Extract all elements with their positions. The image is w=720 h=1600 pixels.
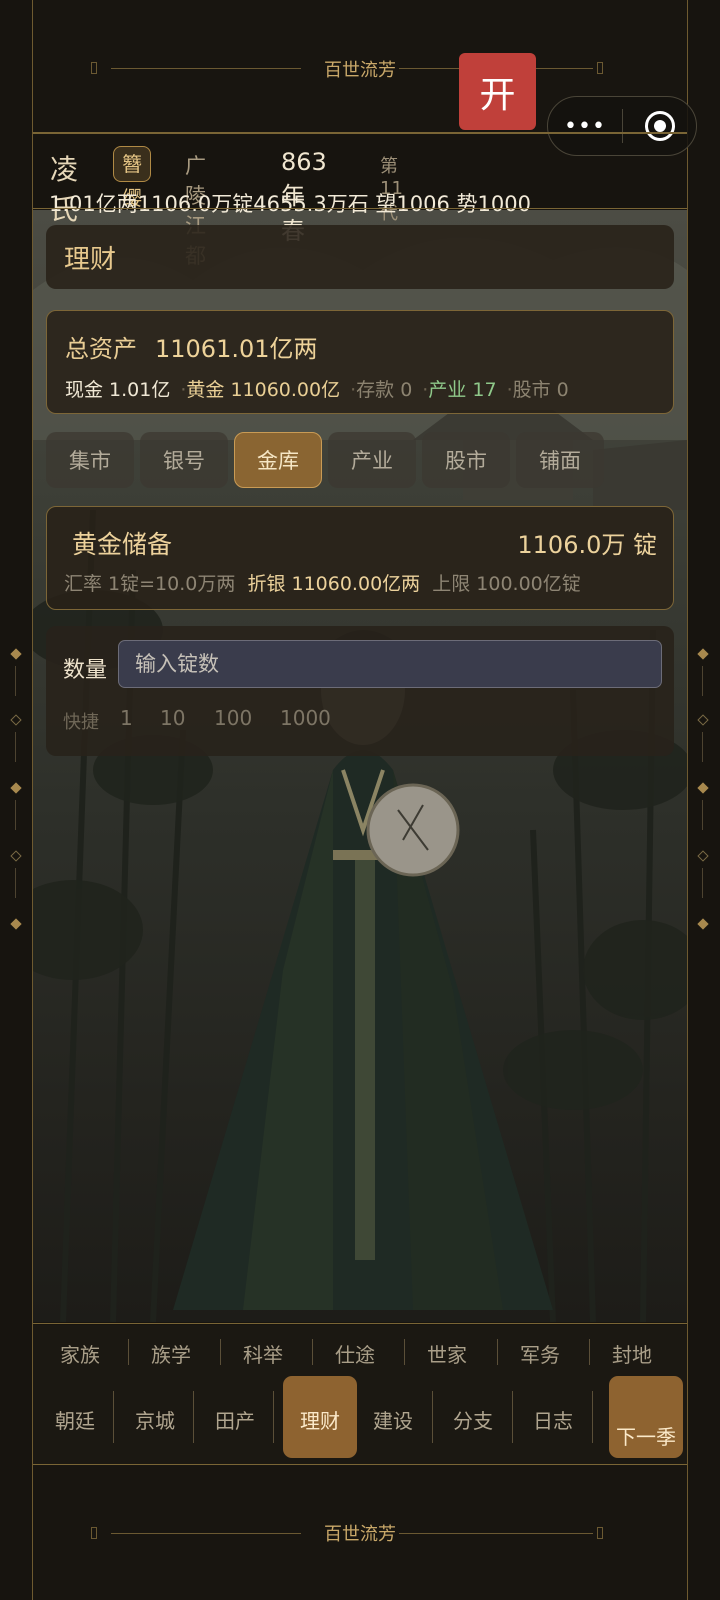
nav-separator — [432, 1391, 433, 1443]
header-divider — [33, 132, 687, 134]
quick-label: 快捷 — [63, 712, 99, 733]
right-border-line — [687, 0, 688, 1600]
cash-value: 现金 1.01亿 — [65, 379, 171, 401]
right-ornament — [697, 648, 709, 950]
nav-military[interactable]: 军务 — [498, 1339, 582, 1368]
reserve-limit: 上限 100.00亿锭 — [432, 573, 581, 595]
banner-cap-icon — [597, 62, 603, 74]
quantity-panel: 数量 快捷 1 10 100 1000 — [46, 626, 674, 756]
nav-exam[interactable]: 科举 — [221, 1339, 305, 1368]
nav-separator — [273, 1391, 274, 1443]
gold-value: 黄金 11060.00亿 — [186, 379, 341, 401]
nav-branches[interactable]: 分支 — [436, 1405, 510, 1434]
stats-divider — [33, 208, 687, 209]
nav-clan-school[interactable]: 族学 — [129, 1339, 213, 1368]
nav-noble-houses[interactable]: 世家 — [405, 1339, 489, 1368]
nav-finance[interactable]: 理财 — [283, 1405, 357, 1434]
banner-title-top: 百世流芳 — [324, 60, 396, 81]
total-assets-label: 总资产 — [65, 335, 137, 363]
next-season-button[interactable]: 下一季 — [609, 1376, 683, 1458]
quantity-label: 数量 — [63, 658, 108, 683]
nav-separator — [589, 1339, 590, 1365]
open-button[interactable]: 开 — [459, 53, 536, 130]
nav-top-divider — [33, 1323, 687, 1324]
nav-fief[interactable]: 封地 — [590, 1339, 674, 1368]
reserve-amount: 1106.0万 锭 — [517, 531, 657, 559]
tab-shops[interactable]: 铺面 — [516, 432, 604, 488]
deposit-value: 存款 0 — [356, 379, 413, 401]
banner-line — [399, 1533, 593, 1534]
bottom-navigation: 家族 族学 科举 仕途 世家 军务 封地 朝廷 京城 田产 理财 建设 分支 日… — [33, 1325, 687, 1465]
gold-reserve-card: 黄金储备 1106.0万 锭 汇率 1锭=10.0万两 折银 11060.00亿… — [46, 506, 674, 610]
nav-court[interactable]: 朝廷 — [38, 1405, 112, 1434]
converted-silver: 折银 11060.00亿两 — [247, 573, 421, 595]
tab-bank[interactable]: 银号 — [140, 432, 228, 488]
resource-stats: 1.01亿两1106.0万锭4655.3万石 望1006 势1000 — [49, 192, 531, 216]
bottom-banner: 百世流芳 — [33, 1465, 687, 1600]
reserve-title: 黄金储备 — [72, 530, 173, 559]
app-root: 百世流芳 开 ••• 凌氏 簪缨 广陵 863年 第11代 1.01亿两1106… — [0, 0, 720, 1600]
industry-value: 产业 17 — [428, 379, 497, 401]
quick-option-1[interactable]: 1 — [120, 706, 133, 730]
nav-separator — [193, 1391, 194, 1443]
clan-rank-badge: 簪缨 — [113, 146, 151, 210]
page-title-bar: 理财 — [46, 225, 674, 289]
nav-career[interactable]: 仕途 — [313, 1339, 397, 1368]
nav-separator — [512, 1391, 513, 1443]
nav-capital[interactable]: 京城 — [118, 1405, 192, 1434]
mini-program-capsule: ••• — [547, 96, 697, 156]
more-menu-icon[interactable]: ••• — [548, 114, 622, 139]
nav-construction[interactable]: 建设 — [356, 1405, 430, 1434]
page-title: 理财 — [64, 245, 117, 275]
nav-farmland[interactable]: 田产 — [198, 1405, 272, 1434]
nav-separator — [497, 1339, 498, 1365]
quick-option-10[interactable]: 10 — [160, 706, 185, 730]
assets-breakdown: 现金 1.01亿 ·黄金 11060.00亿 ·存款 0 ·产业 17 ·股市 0 — [65, 379, 569, 401]
nav-separator — [128, 1339, 129, 1365]
exchange-rate: 汇率 1锭=10.0万两 — [64, 573, 236, 595]
reserve-details: 汇率 1锭=10.0万两 折银 11060.00亿两 上限 100.00亿锭 — [64, 569, 581, 596]
quick-option-1000[interactable]: 1000 — [280, 706, 331, 730]
nav-separator — [312, 1339, 313, 1365]
quick-option-100[interactable]: 100 — [214, 706, 252, 730]
total-assets-value: 11061.01亿两 — [155, 335, 318, 363]
nav-separator — [113, 1391, 114, 1443]
tab-treasury[interactable]: 金库 — [234, 432, 322, 488]
tab-industry[interactable]: 产业 — [328, 432, 416, 488]
quantity-input[interactable] — [118, 640, 662, 688]
nav-log[interactable]: 日志 — [516, 1405, 590, 1434]
nav-separator — [592, 1391, 593, 1443]
nav-separator — [220, 1339, 221, 1365]
capsule-divider — [622, 109, 623, 143]
record-icon[interactable] — [645, 111, 675, 141]
banner-cap-icon — [597, 1527, 603, 1539]
nav-separator — [404, 1339, 405, 1365]
nav-family[interactable]: 家族 — [38, 1339, 122, 1368]
tab-stock[interactable]: 股市 — [422, 432, 510, 488]
left-ornament — [10, 648, 22, 950]
total-assets-card: 总资产 11061.01亿两 现金 1.01亿 ·黄金 11060.00亿 ·存款 … — [46, 310, 674, 414]
tab-market[interactable]: 集市 — [46, 432, 134, 488]
stock-value: 股市 0 — [512, 379, 569, 401]
